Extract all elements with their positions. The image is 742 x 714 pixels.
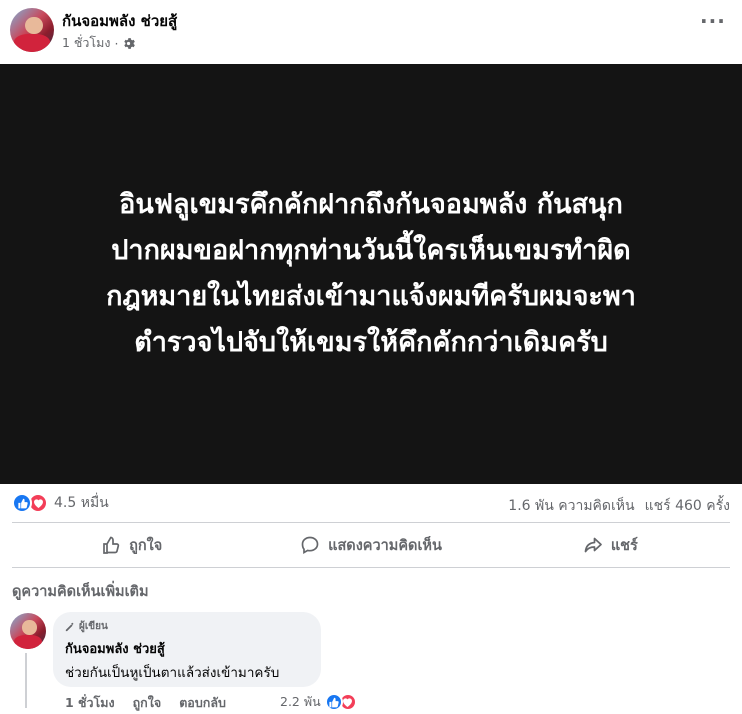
comment-time[interactable]: 1 ชั่วโมง — [65, 693, 115, 713]
gear-icon — [122, 37, 136, 50]
divider — [12, 522, 730, 523]
post-time[interactable]: 1 ชั่วโมง — [62, 33, 111, 53]
engagement-stats: 1.6 พัน ความคิดเห็น แชร์ 460 ครั้ง — [508, 495, 730, 517]
comment-label: แสดงความคิดเห็น — [328, 537, 442, 554]
author-badge-label: ผู้เขียน — [79, 621, 108, 632]
action-bar: ถูกใจ แสดงความคิดเห็น แชร์ — [12, 526, 730, 564]
page-name[interactable]: กันจอมพลัง ช่วยสู้ — [62, 9, 177, 33]
comment-reply-button[interactable]: ตอบกลับ — [179, 693, 226, 713]
comment-bubble: ผู้เขียน กันจอมพลัง ช่วยสู้ ช่วยกันเป็นห… — [53, 612, 321, 687]
meta-separator: · — [114, 35, 119, 51]
image-text-line: กฎหมายในไทยส่งเข้ามาแจ้งผมทีครับผมจะพา — [106, 281, 636, 312]
thread-line — [25, 653, 27, 708]
post-image-text: อินฟลูเขมรคึกคักฝากถึงกันจอมพลัง กันสนุก… — [21, 182, 721, 366]
pencil-icon — [65, 622, 74, 631]
share-label: แชร์ — [610, 537, 638, 554]
like-reaction-icon — [324, 693, 343, 711]
post-image[interactable]: อินฟลูเขมรคึกคักฝากถึงกันจอมพลัง กันสนุก… — [0, 64, 742, 484]
comment-text: ช่วยกันเป็นหูเป็นตาแล้วส่งเข้ามาครับ — [65, 665, 280, 681]
post-meta: 1 ชั่วโมง · — [62, 33, 136, 53]
comment-reactions[interactable]: 2.2 พัน — [280, 692, 357, 712]
like-label: ถูกใจ — [129, 537, 163, 554]
like-button[interactable]: ถูกใจ — [12, 526, 251, 564]
share-arrow-icon — [584, 537, 602, 553]
share-button[interactable]: แชร์ — [491, 526, 730, 564]
comment-like-button[interactable]: ถูกใจ — [133, 693, 162, 713]
image-text-line: ปากผมขอฝากทุกท่านวันนี้ใครเห็นเขมรทำผิด — [111, 235, 631, 266]
comment-button[interactable]: แสดงความคิดเห็น — [251, 526, 490, 564]
post-stats: 4.5 หมื่น 1.6 พัน ความคิดเห็น แชร์ 460 ค… — [0, 487, 742, 521]
post-header: กันจอมพลัง ช่วยสู้ 1 ชั่วโมง · ··· — [0, 0, 742, 64]
comment-count[interactable]: 1.6 พัน ความคิดเห็น — [508, 495, 634, 517]
comment-bubble-icon — [301, 536, 319, 554]
view-more-comments-link[interactable]: ดูความคิดเห็นเพิ่มเติม — [12, 580, 149, 603]
reaction-count[interactable]: 4.5 หมื่น — [54, 492, 109, 514]
comment-actions: 1 ชั่วโมง ถูกใจ ตอบกลับ — [65, 693, 226, 713]
thumbs-up-icon — [103, 536, 120, 554]
comment-reaction-count: 2.2 พัน — [280, 694, 321, 709]
page-avatar[interactable] — [10, 8, 54, 52]
reaction-summary[interactable]: 4.5 หมื่น — [12, 492, 109, 514]
more-options-button[interactable]: ··· — [700, 11, 725, 38]
image-text-line: ตำรวจไปจับให้เขมรให้คึกคักกว่าเดิมครับ — [134, 327, 608, 358]
image-text-line: อินฟลูเขมรคึกคักฝากถึงกันจอมพลัง กันสนุก — [119, 189, 623, 220]
like-reaction-icon — [12, 493, 32, 513]
author-badge: ผู้เขียน — [65, 619, 309, 634]
divider — [12, 567, 730, 568]
commenter-avatar[interactable] — [10, 613, 46, 649]
share-count[interactable]: แชร์ 460 ครั้ง — [645, 495, 730, 517]
comment-author-name[interactable]: กันจอมพลัง ช่วยสู้ — [65, 638, 309, 659]
